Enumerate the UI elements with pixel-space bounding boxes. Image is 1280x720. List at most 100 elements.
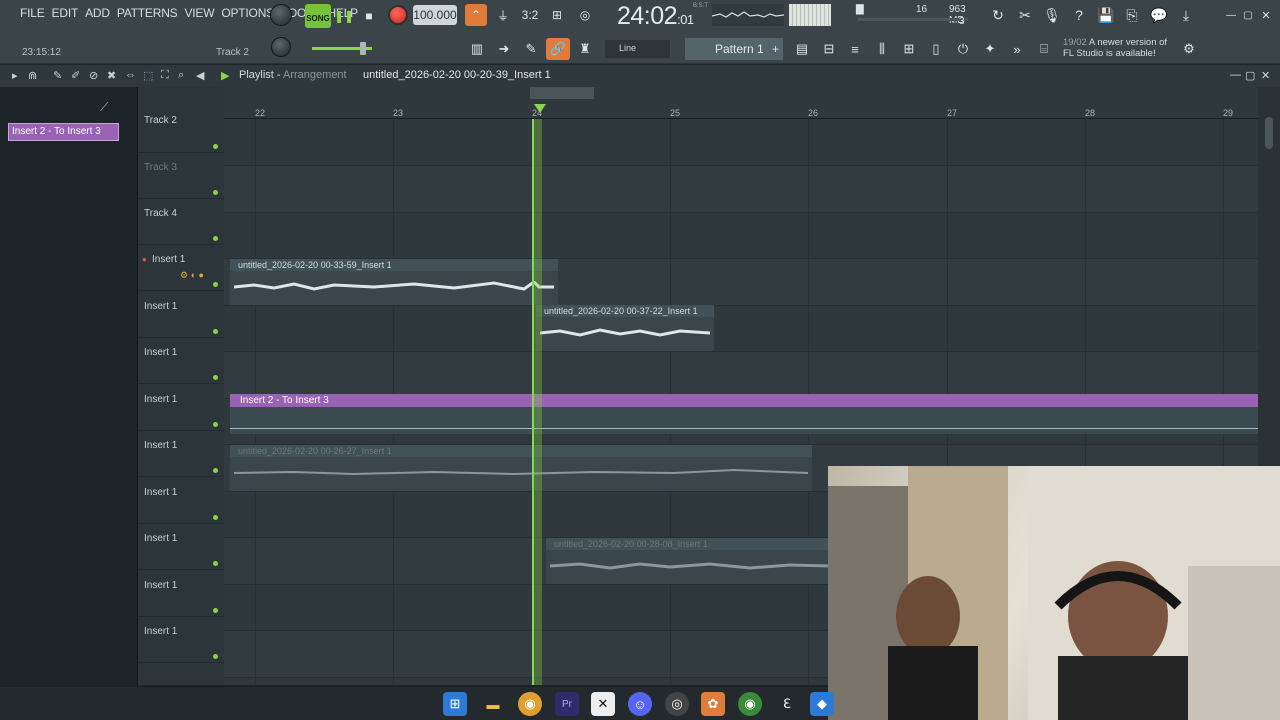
playlist-icon[interactable]: ▤ [790, 38, 814, 60]
wrench-icon[interactable]: ✦ [978, 38, 1002, 60]
menu-options[interactable]: OPTIONS [221, 6, 274, 20]
magnet-icon[interactable]: ⋒ [28, 69, 37, 82]
automation-clip[interactable]: Insert 2 - To Insert 3 [230, 394, 1258, 434]
master-slider-handle[interactable] [360, 42, 366, 55]
song-mode-button[interactable]: SONG [305, 4, 331, 28]
track-header[interactable]: Insert 1 [138, 431, 224, 477]
microphone-icon[interactable]: 🎙 [1041, 5, 1063, 25]
song-position-clock[interactable]: 24:02:01 [617, 2, 694, 31]
track-header[interactable]: Insert 1 [138, 385, 224, 431]
track-led[interactable] [213, 282, 218, 287]
file-explorer-icon[interactable]: ▬ [481, 692, 505, 716]
track-led[interactable] [213, 144, 218, 149]
wait-input-icon[interactable]: ⏚ [492, 4, 514, 26]
capcut-icon[interactable]: ✕ [591, 692, 615, 716]
file-icon[interactable]: ▯ [924, 38, 948, 60]
slip-icon[interactable]: ⇔ [125, 69, 136, 81]
speaker-icon[interactable]: ◀ [196, 69, 204, 82]
menu-view[interactable]: VIEW [184, 6, 214, 20]
discord-icon[interactable]: ☺ [628, 692, 652, 716]
track-record-icon[interactable]: ● [142, 255, 147, 264]
playlist-close-icon[interactable]: ✕ [1261, 69, 1270, 82]
playlist-maximize-icon[interactable]: ▢ [1245, 69, 1255, 82]
track-header[interactable]: Insert 1 [138, 292, 224, 338]
save-icon[interactable]: 💾 [1095, 5, 1117, 25]
close-icon[interactable]: ✕ [1255, 5, 1277, 25]
app-icon[interactable]: ℇ [775, 692, 799, 716]
mute-tool-icon[interactable]: ✖ [107, 69, 116, 82]
track-led[interactable] [213, 608, 218, 613]
audio-clip-muted[interactable]: untitled_2026-02-20 00-28-08_Insert 1 [546, 538, 836, 584]
playhead-marker[interactable] [534, 104, 546, 113]
track-header[interactable]: Insert 1 [138, 571, 224, 617]
track-header[interactable]: Track 3 [138, 153, 224, 199]
mixer-icon[interactable]: ≡ [843, 38, 867, 60]
arrow-right-icon[interactable]: ➜ [492, 38, 516, 60]
settings-icon[interactable]: ⚙ [1177, 38, 1201, 60]
track-header[interactable]: Track 4 [138, 199, 224, 245]
track-header[interactable]: Insert 1 [138, 478, 224, 524]
playhead-line[interactable] [532, 119, 542, 685]
menu-arrow-icon[interactable]: ▸ [12, 69, 18, 82]
main-pitch-knob[interactable] [271, 37, 291, 57]
track-led[interactable] [213, 329, 218, 334]
menu-file[interactable]: FILE [20, 6, 45, 20]
vertical-scrollbar-thumb[interactable] [1265, 117, 1273, 149]
audio-clip[interactable]: untitled_2026-02-20 00-33-59_Insert 1 [230, 259, 558, 305]
time-scrollbar-thumb[interactable] [530, 87, 594, 99]
track-lane[interactable] [224, 212, 1258, 259]
picker-item-automation[interactable]: Insert 2 - To Insert 3 [8, 123, 119, 141]
stop-icon[interactable]: ■ [358, 5, 380, 27]
windows-start-icon[interactable]: ⊞ [443, 692, 467, 716]
metronome-icon[interactable]: ⌃ [465, 4, 487, 26]
track-lane[interactable] [224, 305, 1258, 352]
chat-icon[interactable]: 💬 [1148, 5, 1170, 25]
track-led[interactable] [213, 515, 218, 520]
paint-icon[interactable]: ✎ [519, 38, 543, 60]
playlist-current-file[interactable]: untitled_2026-02-20 00-20-39_Insert 1 [363, 69, 551, 81]
record-icon[interactable] [388, 5, 408, 25]
track-led[interactable] [213, 190, 218, 195]
track-led[interactable] [213, 468, 218, 473]
timeline-ruler[interactable]: 22 23 24 25 26 27 28 29 [224, 87, 1258, 119]
track-controls-icon[interactable]: ⚙ ◐ ● [180, 270, 204, 281]
track-header[interactable]: Insert 1 [138, 524, 224, 570]
chrome-icon[interactable]: ◉ [518, 692, 542, 716]
track-header[interactable]: Track 2 [138, 107, 224, 153]
channel-rack-icon[interactable]: ⊟ [817, 38, 841, 60]
browser-icon[interactable]: ◉ [738, 692, 762, 716]
select-icon[interactable]: ⬚ [143, 69, 153, 82]
track-led[interactable] [213, 561, 218, 566]
store-icon[interactable]: ⌸ [1032, 38, 1056, 60]
playlist-minimize-icon[interactable]: — [1230, 69, 1241, 81]
plugin-icon[interactable]: ⎘ [1121, 5, 1143, 25]
piano-roll-icon[interactable]: ▥ [465, 38, 489, 60]
brush-icon[interactable]: ✐ [71, 69, 80, 82]
stamp-icon[interactable]: ♜ [573, 38, 597, 60]
plug-icon[interactable]: ⏻ [951, 38, 975, 60]
link-pipe-icon[interactable]: ⟋ [100, 100, 108, 115]
track-header[interactable]: ● Insert 1 ⚙ ◐ ● [138, 245, 224, 291]
tempo-display[interactable]: 100.000 [413, 5, 457, 25]
menu-edit[interactable]: EDIT [52, 6, 79, 20]
pause-icon[interactable]: ❚❚ [333, 5, 355, 27]
pencil-icon[interactable]: ✎ [53, 69, 62, 82]
add-pattern-icon[interactable]: + [772, 38, 779, 60]
premiere-icon[interactable]: Pr [555, 692, 579, 716]
master-volume-knob[interactable] [270, 4, 292, 26]
obs-icon[interactable]: ◎ [665, 692, 689, 716]
zoom-icon[interactable]: ⌕ [178, 69, 184, 82]
track-led[interactable] [213, 375, 218, 380]
loop-record-icon[interactable]: ◎ [574, 4, 596, 26]
countdown-icon[interactable]: 3:2 [519, 4, 541, 26]
menu-add[interactable]: ADD [85, 6, 110, 20]
fl-studio-icon[interactable]: ✿ [701, 692, 725, 716]
track-led[interactable] [213, 422, 218, 427]
help-icon[interactable]: ? [1068, 5, 1090, 25]
audio-clip-muted[interactable]: untitled_2026-02-20 00-26-27_Insert 1 [230, 445, 812, 491]
delete-icon[interactable]: ⊘ [89, 69, 98, 82]
track-lane[interactable] [224, 166, 1258, 213]
track-lane[interactable] [224, 352, 1258, 399]
slice-icon[interactable]: ⛶ [161, 69, 169, 82]
app-icon[interactable]: ◆ [810, 692, 834, 716]
